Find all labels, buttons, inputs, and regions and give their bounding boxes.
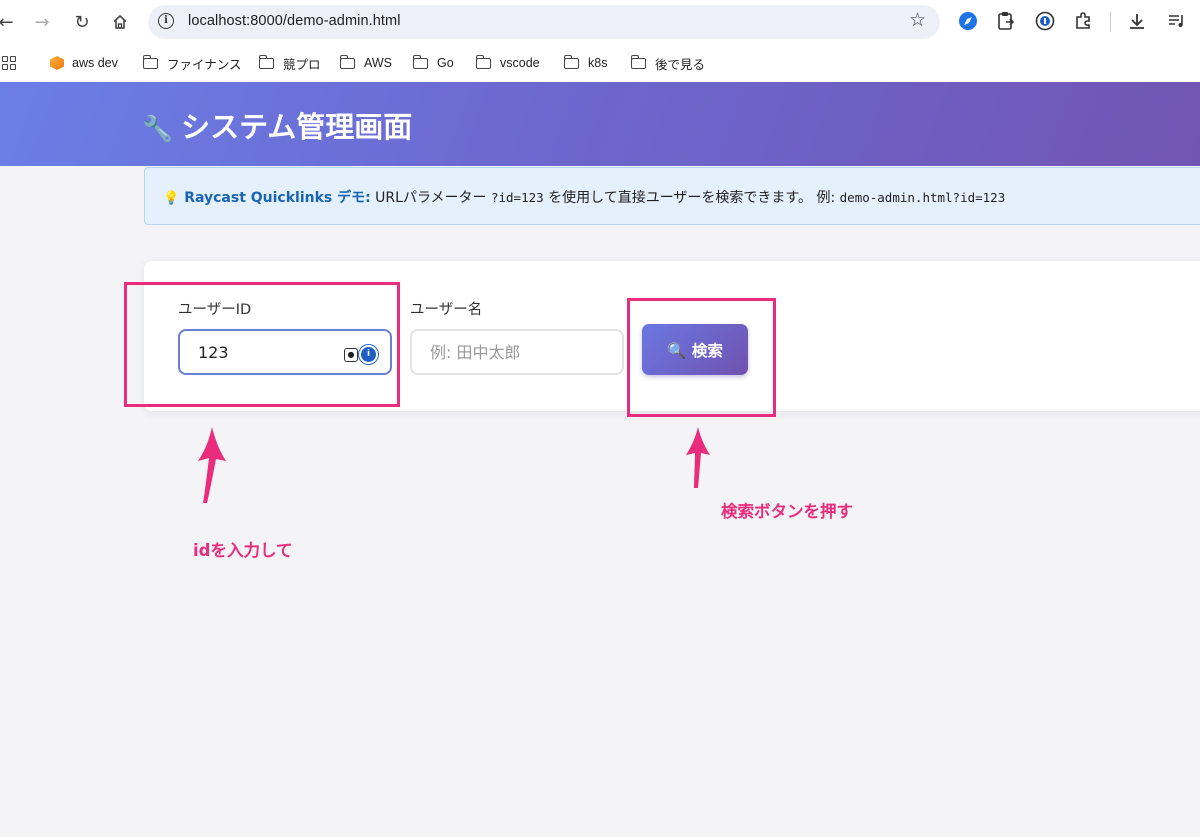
address-bar[interactable]: i localhost:8000/demo-admin.html ☆ xyxy=(148,5,940,39)
info-brand: Raycast Quicklinks デモ: xyxy=(184,190,371,206)
bookmark-vscode[interactable]: vscode xyxy=(475,53,540,73)
page-header: 🔧 システム管理画面 xyxy=(0,82,1200,166)
page-title-text: システム管理画面 xyxy=(181,110,413,144)
bookmark-go[interactable]: Go xyxy=(412,53,454,73)
bookmark-label: k8s xyxy=(588,56,608,70)
bookmarks-bar: aws dev ファイナンス 競プロ AWS Go vscode k8s 後で見… xyxy=(0,44,1200,82)
info-banner: 💡 Raycast Quicklinks デモ: URLパラメーター ?id=12… xyxy=(144,167,1200,225)
bookmark-watch-later[interactable]: 後で見る xyxy=(630,53,706,73)
folder-icon xyxy=(412,54,428,69)
forward-icon[interactable]: → xyxy=(28,8,56,36)
folder-icon xyxy=(630,54,646,69)
info-text-before: URLパラメーター xyxy=(375,190,487,206)
folder-icon xyxy=(142,54,158,69)
user-name-label: ユーザー名 xyxy=(410,302,483,318)
user-name-input[interactable] xyxy=(410,329,624,375)
folder-icon xyxy=(258,54,274,69)
bookmark-aws[interactable]: AWS xyxy=(339,53,393,73)
bookmark-star-icon[interactable]: ☆ xyxy=(909,9,926,31)
aws-cube-icon xyxy=(50,56,64,70)
back-icon[interactable]: ← xyxy=(0,8,20,36)
bookmark-label: vscode xyxy=(500,56,540,70)
annotation-arrow-up-icon xyxy=(198,427,226,503)
folder-icon xyxy=(475,54,491,69)
address-url[interactable]: localhost:8000/demo-admin.html xyxy=(188,13,401,29)
bookmark-label: 競プロ xyxy=(283,57,321,72)
annotation-button-note: 検索ボタンを押す xyxy=(721,502,853,521)
bookmark-finance[interactable]: ファイナンス xyxy=(142,53,242,73)
bookmark-aws-dev[interactable]: aws dev xyxy=(50,53,118,73)
bookmark-label: Go xyxy=(437,56,454,70)
info-text-after: を使用して直接ユーザーを検索できます。 例: xyxy=(548,190,836,206)
toolbar-divider xyxy=(1110,12,1111,32)
extensions-puzzle-icon[interactable] xyxy=(1071,9,1095,33)
download-icon[interactable] xyxy=(1125,9,1149,33)
site-info-icon[interactable]: i xyxy=(158,13,174,29)
info-banner-text: 💡 Raycast Quicklinks デモ: URLパラメーター ?id=12… xyxy=(163,187,1005,207)
annotation-box-user-id xyxy=(124,282,400,407)
clipboard-extension-icon[interactable] xyxy=(994,9,1018,33)
password-manager-extension-icon[interactable] xyxy=(1033,9,1057,33)
home-icon[interactable] xyxy=(106,8,134,36)
media-queue-icon[interactable] xyxy=(1165,9,1189,33)
info-param: ?id=123 xyxy=(490,190,544,205)
bookmark-label: aws dev xyxy=(72,56,118,70)
apps-grid-icon[interactable] xyxy=(2,56,16,70)
folder-icon xyxy=(563,54,579,69)
compass-extension-icon[interactable] xyxy=(956,9,980,33)
bookmark-k8s[interactable]: k8s xyxy=(563,53,608,73)
bookmark-kyopro[interactable]: 競プロ xyxy=(258,53,321,73)
annotation-box-search-button xyxy=(627,298,776,417)
reload-icon[interactable]: ↻ xyxy=(68,8,96,36)
wrench-icon: 🔧 xyxy=(142,114,174,143)
page-title: 🔧 システム管理画面 xyxy=(142,104,412,146)
bookmark-label: 後で見る xyxy=(655,57,706,72)
lightbulb-icon: 💡 xyxy=(163,191,180,206)
info-example: demo-admin.html?id=123 xyxy=(839,190,1006,205)
browser-toolbar: ← → ↻ i localhost:8000/demo-admin.html ☆ xyxy=(0,0,1200,44)
annotation-arrow-up-icon xyxy=(686,427,710,488)
bookmark-label: ファイナンス xyxy=(167,57,242,72)
folder-icon xyxy=(339,54,355,69)
annotation-input-note: idを入力して xyxy=(193,541,293,560)
bookmark-label: AWS xyxy=(364,56,393,70)
